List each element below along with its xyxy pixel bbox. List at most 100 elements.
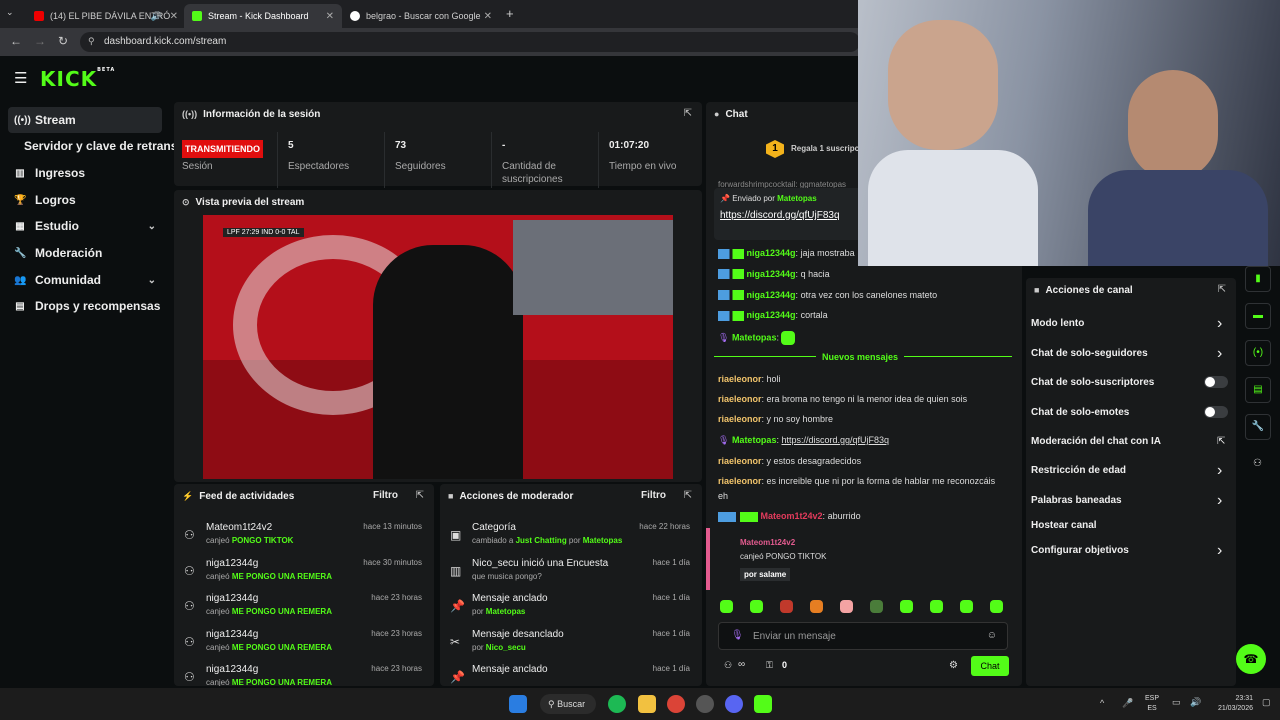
chat-message[interactable]: riaeleonor: es increible que ni por la f… [718, 476, 995, 486]
filter-button[interactable]: Filtro [373, 490, 398, 501]
chat-message[interactable]: riaeleonor: holi [718, 374, 781, 384]
emote-icon[interactable] [900, 600, 913, 613]
speaker-icon[interactable]: 🔊 [151, 11, 162, 22]
close-icon[interactable]: ✕ [484, 11, 492, 22]
emote-icon[interactable] [780, 600, 793, 613]
chat-username[interactable]: Matetopas [732, 435, 777, 445]
sidebar-item-studio[interactable]: ▦ Estudio ⌄ [8, 213, 162, 239]
spotify-icon[interactable] [608, 695, 626, 713]
sidebar-item-moderation[interactable]: 🔧 Moderación [8, 240, 162, 266]
chat-username[interactable]: riaeleonor [718, 374, 762, 384]
mod-action-item[interactable]: ✂ Mensaje desanclado por Nico_secu hace 1 d… [440, 627, 702, 663]
external-link-icon[interactable]: ⇱ [1217, 436, 1225, 447]
emote-icon[interactable] [750, 600, 763, 613]
settings-icon[interactable]: ⚙ [949, 660, 958, 671]
emote-icon[interactable] [810, 600, 823, 613]
notification-icon[interactable]: ▢ [1262, 697, 1271, 708]
stream-video[interactable]: LPF 27:29 IND 0-0 TAL [203, 215, 673, 479]
chat-bubble-icon[interactable]: ▬ [1245, 303, 1271, 329]
stream-manager-icon[interactable]: ▮ [1245, 266, 1271, 292]
channel-action-item[interactable]: Restricción de edad [1031, 465, 1126, 476]
chat-message[interactable]: niga12344g: otra vez con los canelones m… [718, 290, 937, 301]
site-info-icon[interactable]: ⚲ [88, 36, 95, 47]
chat-message[interactable]: 🎙 Matetopas: [718, 331, 796, 346]
help-icon[interactable]: ☎ [1236, 644, 1266, 674]
emote-icon[interactable] [870, 600, 883, 613]
channel-action-item[interactable]: Chat de solo-seguidores [1031, 348, 1148, 359]
tab-youtube[interactable]: (14) EL PIBE DÁVILA ENTRÓ 🔊 ✕ [26, 4, 186, 28]
chevron-right-icon[interactable]: › [1217, 462, 1222, 480]
network-icon[interactable]: ▭ [1172, 697, 1181, 708]
clock[interactable]: 23:31 21/03/2026 [1205, 694, 1253, 714]
channel-action-item[interactable]: Configurar objetivos [1031, 545, 1129, 556]
chevron-right-icon[interactable]: › [1217, 345, 1222, 363]
chat-username[interactable]: Matetopas [732, 333, 777, 343]
chat-message[interactable]: niga12344g: cortala [718, 310, 828, 322]
folder-icon[interactable] [638, 695, 656, 713]
feed-item[interactable]: ⚇ niga12344g canjeó ME PONGO UNA REMERA hac… [174, 591, 434, 627]
chevron-right-icon[interactable]: › [1217, 315, 1222, 333]
feed-item[interactable]: ⚇ niga12344g canjeó ME PONGO UNA REMERA hac… [174, 662, 434, 686]
close-icon[interactable]: ✕ [170, 11, 178, 22]
channel-action-item[interactable]: Chat de solo-suscriptores [1031, 377, 1154, 388]
toggle-switch[interactable] [1204, 376, 1228, 388]
popout-icon[interactable]: ⇱ [684, 490, 692, 501]
emote-icon[interactable] [840, 600, 853, 613]
windows-start-icon[interactable] [509, 695, 527, 713]
channel-action-item[interactable]: Moderación del chat con IA [1031, 436, 1161, 447]
chat-message[interactable]: riaeleonor: y no soy hombre [718, 414, 833, 424]
chat-message[interactable]: 🎙 Matetopas: https://discord.gg/qfUjF83q [718, 435, 889, 446]
chat-username[interactable]: riaeleonor [718, 456, 762, 466]
channel-action-item[interactable]: Palabras baneadas [1031, 495, 1122, 506]
volume-icon[interactable]: 🔊 [1190, 697, 1201, 708]
emote-icon[interactable] [990, 600, 1003, 613]
chat-send-button[interactable]: Chat [971, 656, 1009, 676]
gift-icon[interactable]: ⚿ [766, 660, 773, 671]
toggle-switch[interactable] [1204, 406, 1228, 418]
channel-action-item[interactable]: Chat de solo-emotes [1031, 407, 1129, 418]
mod-action-item[interactable]: 📌 Mensaje anclado hace 1 día [440, 662, 702, 686]
tab-google[interactable]: belgrao - Buscar con Google ✕ [342, 4, 500, 28]
mic-icon[interactable]: 🎙 [731, 630, 744, 641]
reload-icon[interactable]: ↻ [58, 34, 68, 48]
mic-icon[interactable]: 🎤 [1122, 698, 1133, 709]
back-icon[interactable]: ← [10, 34, 22, 48]
chevron-up-icon[interactable]: ^ [1100, 698, 1104, 708]
chat-message[interactable]: eh [718, 491, 728, 501]
popout-icon[interactable]: ⇱ [684, 108, 692, 119]
gift-text[interactable]: Regala 1 suscripc [791, 144, 859, 153]
forward-icon[interactable]: → [34, 34, 46, 48]
tab-kick-dashboard[interactable]: Stream - Kick Dashboard ✕ [184, 4, 342, 28]
chat-message[interactable]: niga12344g: q hacia [718, 269, 830, 280]
broadcast-icon[interactable]: (•) [1245, 340, 1271, 366]
close-icon[interactable]: ✕ [326, 11, 334, 22]
url-input[interactable]: ⚲ dashboard.kick.com/stream [80, 32, 860, 52]
feed-item[interactable]: ⚇ niga12344g canjeó ME PONGO UNA REMERA hac… [174, 556, 434, 592]
feed-item[interactable]: ⚇ niga12344g canjeó ME PONGO UNA REMERA hac… [174, 627, 434, 663]
sidebar-item-achievements[interactable]: 🏆 Logros [8, 187, 162, 213]
sidebar-item-stream[interactable]: ((•)) Stream [8, 107, 162, 133]
chat-username[interactable]: niga12344g [747, 290, 796, 300]
chrome-icon[interactable] [667, 695, 685, 713]
chat-username[interactable]: niga12344g [747, 310, 796, 320]
wrench-icon[interactable]: 🔧 [1245, 414, 1271, 440]
language-indicator[interactable]: ESP ES [1145, 694, 1159, 714]
app-icon[interactable] [696, 695, 714, 713]
chat-message[interactable]: riaeleonor: y estos desagradecidos [718, 456, 861, 466]
chat-username[interactable]: riaeleonor [718, 476, 762, 486]
chevron-right-icon[interactable]: › [1217, 492, 1222, 510]
mod-action-item[interactable]: 📌 Mensaje anclado por Matetopas hace 1 día [440, 591, 702, 627]
popout-icon[interactable]: ⇱ [1218, 284, 1226, 295]
chat-username[interactable]: Mateom1t24v2 [761, 511, 823, 521]
channel-action-item[interactable]: Modo lento [1031, 318, 1084, 329]
chevron-right-icon[interactable]: › [1217, 542, 1222, 560]
chat-message[interactable]: Mateom1t24v2: aburrido [718, 511, 861, 522]
sidebar-item-server-key[interactable]: Servidor y clave de retransm [18, 133, 178, 159]
pinned-link[interactable]: https://discord.gg/qfUjF83q [720, 210, 840, 221]
menu-icon[interactable]: ☰ [14, 69, 27, 87]
chat-username[interactable]: niga12344g [747, 269, 796, 279]
chat-username[interactable]: riaeleonor [718, 414, 762, 424]
chat-input[interactable]: 🎙 Enviar un mensaje ☺ [718, 622, 1008, 650]
tab-search-icon[interactable]: ⌄ [6, 7, 14, 18]
users-icon[interactable]: ⚇ [1253, 458, 1262, 469]
